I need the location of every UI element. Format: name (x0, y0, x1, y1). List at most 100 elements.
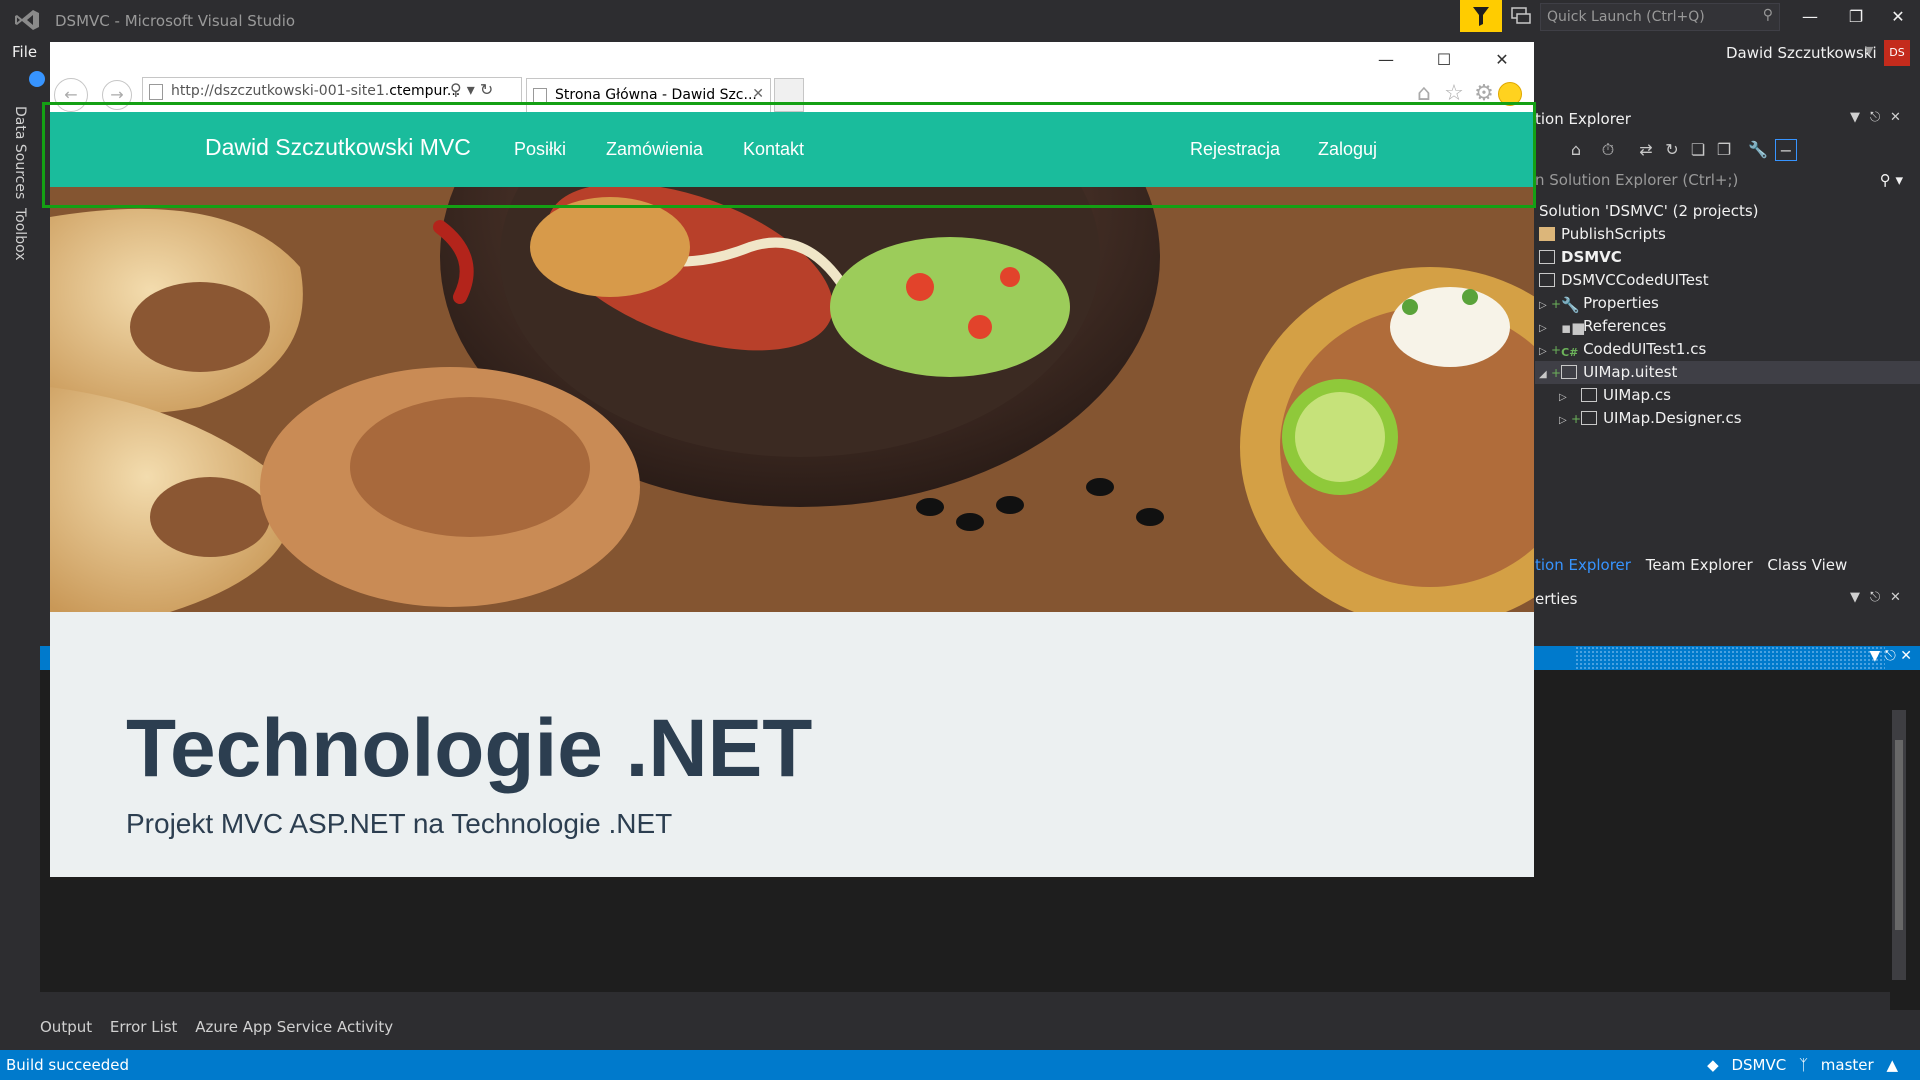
nav-link-kontakt[interactable]: Kontakt (743, 139, 804, 160)
tree-item-solution[interactable]: Solution 'DSMVC' (2 projects) (1535, 200, 1920, 223)
site-brand-link[interactable]: Dawid Szczutkowski MVC (205, 134, 471, 161)
page-subtitle: Projekt MVC ASP.NET na Technologie .NET (126, 808, 673, 839)
navigate-back-icon[interactable] (29, 71, 45, 87)
plus-icon: + (1551, 343, 1562, 357)
chevron-right-icon[interactable]: ▷ (1539, 340, 1551, 363)
solution-explorer-search-input[interactable]: n Solution Explorer (Ctrl+;) ⚲ ▾ (1535, 168, 1915, 194)
wrench-icon[interactable]: 🔧 (1747, 139, 1769, 161)
home-icon[interactable]: ⌂ (1565, 139, 1587, 161)
collapse-all-icon[interactable]: ❏ (1687, 139, 1709, 161)
tree-item-publishscripts[interactable]: PublishScripts (1535, 223, 1920, 246)
tree-item-dsmvc[interactable]: DSMVC (1535, 246, 1920, 269)
tab-azure-app-service-activity[interactable]: Azure App Service Activity (195, 1018, 393, 1036)
close-icon[interactable]: ✕ (752, 86, 764, 102)
tree-item-codeduitest1[interactable]: ▷ +C# CodedUITest1.cs (1535, 338, 1920, 361)
scrollbar-thumb[interactable] (1895, 740, 1903, 930)
show-all-files-icon[interactable]: ❐ (1713, 139, 1735, 161)
window-title: DSMVC - Microsoft Visual Studio (55, 12, 296, 30)
caption-controls[interactable]: ▼ ⎋ ✕ (1870, 648, 1912, 664)
notifications-filter-button[interactable] (1460, 0, 1502, 32)
hero-image (50, 187, 1534, 612)
chevron-down-icon[interactable]: ▼ (1850, 110, 1860, 125)
new-tab-button[interactable] (774, 78, 804, 112)
tab-toolbox[interactable]: Toolbox (12, 208, 28, 261)
gear-icon[interactable]: ⚙ (1470, 80, 1498, 108)
tree-item-uimap-cs[interactable]: ▷ UIMap.cs (1535, 384, 1920, 407)
feedback-icon[interactable] (1510, 6, 1532, 26)
tree-item-label: DSMVC (1561, 248, 1622, 266)
nav-link-rejestracja[interactable]: Rejestracja (1190, 139, 1280, 160)
browser-tab[interactable]: Strona Główna - Dawid Szc... ✕ (526, 78, 771, 112)
address-controls[interactable]: ⚲ ▾ ↻ (450, 80, 493, 99)
forward-button[interactable]: → (102, 80, 132, 110)
tree-item-label: UIMap.uitest (1583, 363, 1678, 381)
nav-link-zaloguj[interactable]: Zaloguj (1318, 139, 1377, 160)
plus-icon: + (1551, 297, 1562, 311)
menu-file[interactable]: File (12, 43, 37, 61)
chevron-down-icon[interactable]: ▼ (1850, 590, 1860, 605)
chevron-down-icon[interactable]: ▼ (1865, 44, 1873, 57)
chevron-right-icon[interactable]: ▷ (1539, 294, 1551, 317)
preview-icon[interactable]: − (1775, 139, 1797, 161)
minimize-window-button[interactable]: — (1366, 48, 1406, 72)
tab-error-list[interactable]: Error List (110, 1018, 178, 1036)
tab-output[interactable]: Output (40, 1018, 92, 1036)
tree-item-references[interactable]: ▷ ▪■References (1535, 315, 1920, 338)
pin-icon[interactable]: ⎋ (1870, 590, 1880, 605)
nav-link-posilki[interactable]: Posiłki (514, 139, 566, 160)
history-icon[interactable]: ⏱ (1597, 139, 1619, 161)
tab-data-sources[interactable]: Data Sources (12, 106, 28, 199)
code-file-icon (1581, 411, 1598, 425)
browser-window: — ☐ ✕ ← → http://dszczutkowski-001-site1… (50, 42, 1534, 877)
maximize-window-button[interactable]: ☐ (1424, 48, 1464, 72)
favorites-star-icon[interactable]: ☆ (1440, 80, 1468, 108)
visual-studio-logo-icon (15, 10, 39, 30)
nav-link-zamowienia[interactable]: Zamówienia (606, 139, 703, 160)
chevron-up-icon[interactable]: ▲ (1886, 1056, 1898, 1074)
close-window-button[interactable]: ✕ (1880, 2, 1916, 32)
chevron-right-icon[interactable]: ▷ (1559, 386, 1571, 409)
status-right: ◆ DSMVC ᛉ master ▲ (1699, 1056, 1898, 1074)
home-icon[interactable]: ⌂ (1410, 80, 1438, 108)
status-bar: Build succeeded ◆ DSMVC ᛉ master ▲ (0, 1050, 1920, 1080)
repository-name[interactable]: DSMVC (1731, 1056, 1786, 1074)
tab-team-explorer[interactable]: Team Explorer (1646, 556, 1753, 574)
tree-item-label: UIMap.Designer.cs (1603, 409, 1742, 427)
pin-icon[interactable]: ⎋ (1870, 110, 1880, 125)
bottom-tool-tabs: Output Error List Azure App Service Acti… (40, 1018, 406, 1040)
close-icon[interactable]: ✕ (1890, 590, 1901, 605)
tab-class-view[interactable]: Class View (1767, 556, 1847, 574)
chevron-right-icon[interactable]: ▷ (1539, 317, 1551, 340)
chevron-right-icon[interactable]: ▷ (1559, 409, 1571, 432)
restore-window-button[interactable]: ❐ (1838, 2, 1874, 32)
user-account-name[interactable]: Dawid Szczutkowski (1726, 44, 1877, 62)
tab-solution-explorer[interactable]: tion Explorer (1535, 556, 1631, 574)
address-url: http://dszczutkowski-001-site1. (171, 83, 390, 99)
close-window-button[interactable]: ✕ (1482, 48, 1522, 72)
quick-launch-input[interactable]: Quick Launch (Ctrl+Q) ⚲ (1540, 3, 1780, 31)
sync-icon[interactable]: ⇄ (1635, 139, 1657, 161)
tree-item-uimap-designer-cs[interactable]: ▷ + UIMap.Designer.cs (1535, 407, 1920, 430)
tree-item-uimap-uitest[interactable]: ◢ + UIMap.uitest (1535, 361, 1920, 384)
tree-item-dsmvccodeduitest[interactable]: DSMVCCodedUITest (1535, 269, 1920, 292)
filter-icon (1473, 7, 1489, 26)
tree-item-properties[interactable]: ▷ +🔧 Properties (1535, 292, 1920, 315)
folder-icon (1539, 227, 1555, 241)
branch-icon: ᛉ (1798, 1056, 1808, 1074)
minimize-window-button[interactable]: — (1792, 2, 1828, 32)
vertical-scrollbar[interactable] (1892, 710, 1906, 980)
search-placeholder: n Solution Explorer (Ctrl+;) (1535, 171, 1739, 189)
solution-tree: Solution 'DSMVC' (2 projects) PublishScr… (1535, 200, 1920, 430)
uitest-file-icon (1561, 365, 1578, 379)
horizontal-scrollbar[interactable] (40, 992, 1890, 1010)
refresh-icon[interactable]: ↻ (1661, 139, 1683, 161)
feedback-smiley-icon[interactable] (1498, 82, 1522, 106)
chevron-down-icon[interactable]: ◢ (1539, 363, 1551, 386)
tree-item-label: CodedUITest1.cs (1583, 340, 1707, 358)
properties-title: erties (1535, 590, 1578, 608)
avatar[interactable]: DS (1884, 40, 1910, 66)
back-button[interactable]: ← (54, 78, 88, 112)
close-icon[interactable]: ✕ (1890, 110, 1901, 125)
branch-name[interactable]: master (1821, 1056, 1874, 1074)
caption-grip (1575, 646, 1885, 670)
